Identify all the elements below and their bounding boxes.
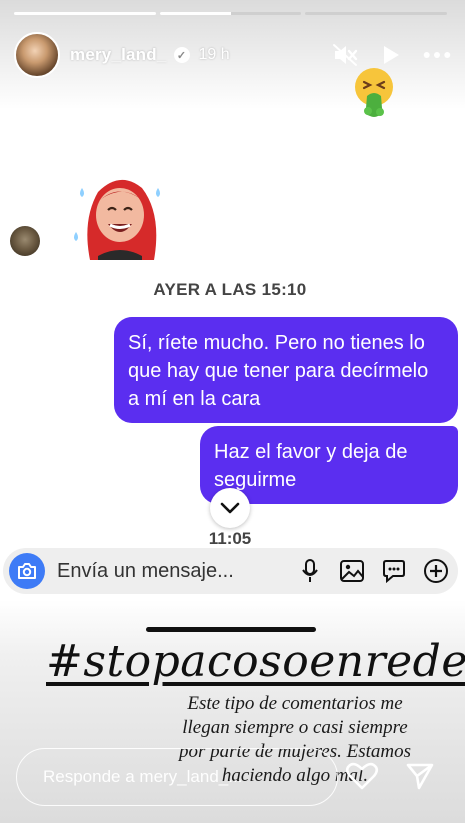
composer-actions [296,557,450,585]
timestamp-yesterday: AYER A LAS 15:10 [153,280,307,299]
message-bubble[interactable]: Sí, ríete mucho. Pero no tienes lo que h… [114,317,458,423]
camera-icon [18,563,36,579]
hashtag-text: #stopacosoenredes [46,636,465,687]
reply-input[interactable]: Responde a mery_land_... [16,748,338,806]
avatar[interactable] [14,32,60,78]
vomit-emoji-sticker [352,66,398,118]
sender-avatar[interactable] [10,226,40,256]
username[interactable]: mery_land_ [70,45,167,65]
message-composer[interactable]: Envía un mensaje... [3,548,458,594]
camera-button[interactable] [9,553,45,589]
heart-icon[interactable] [344,756,380,796]
send-icon[interactable] [402,756,438,796]
mute-icon[interactable] [331,41,359,69]
caption-line: llegan siempre o casi siempre [182,717,408,738]
scroll-down-button[interactable] [210,488,250,528]
caption-line: Este tipo de comentarios me [187,693,403,714]
timestamp-now: 11:05 [208,529,252,548]
header-actions [331,41,451,69]
play-icon[interactable] [377,41,405,69]
gallery-icon[interactable] [338,557,366,585]
laughing-memoji-sticker [68,170,170,260]
progress-segment [305,12,448,15]
microphone-icon[interactable] [296,557,324,585]
progress-fill [14,12,156,15]
chevron-down-icon [220,502,240,514]
progress-segment [14,12,156,15]
progress-segment [159,12,302,15]
story-progress-bar [14,12,448,15]
progress-fill [159,12,231,15]
reply-placeholder: Responde a mery_land_... [43,767,243,786]
message-input[interactable]: Envía un mensaje... [57,560,296,583]
sticker-icon[interactable] [380,557,408,585]
time-ago: 19 h [198,46,230,63]
verified-badge-icon: ✓ [173,47,190,63]
story-viewer[interactable]: mery_land_ ✓ 19 h AYER A LAS 15:10 Sí, r… [0,0,465,823]
reply-actions [344,756,438,796]
more-icon[interactable] [423,41,451,69]
home-indicator [146,627,316,632]
add-icon[interactable] [422,557,450,585]
